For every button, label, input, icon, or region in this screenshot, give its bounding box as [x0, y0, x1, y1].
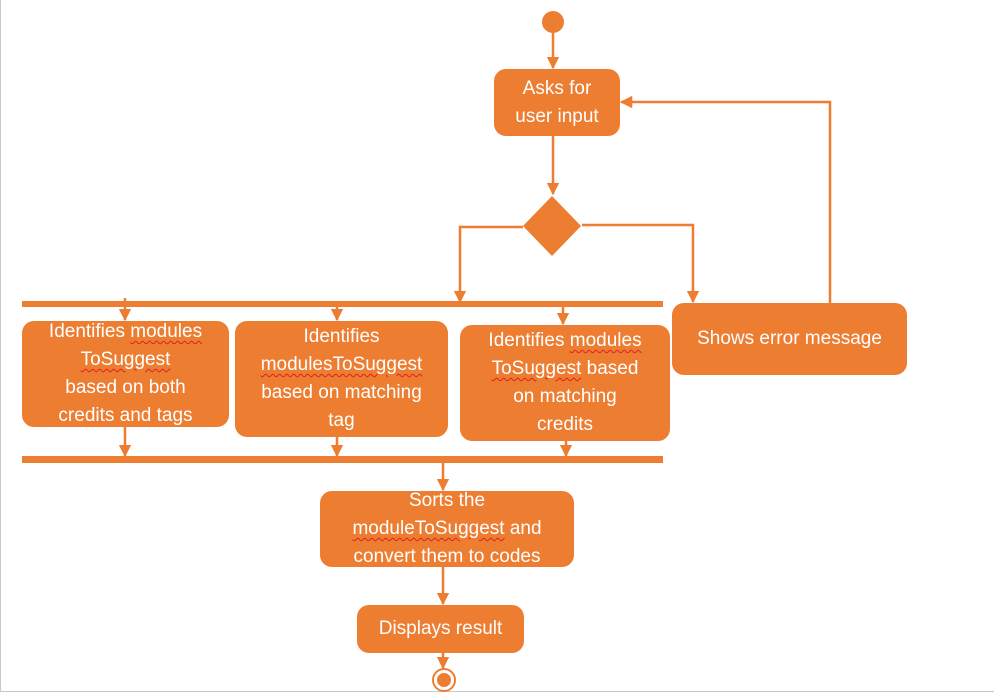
edge-decision-to-fork	[453, 225, 523, 304]
action-display-result: Displays result	[357, 605, 524, 653]
spellcheck-word: moduleToSuggest	[352, 518, 505, 539]
fork-bar	[22, 301, 663, 307]
action-label-line: Asks for	[522, 77, 592, 99]
spellcheck-word: ToSuggest	[491, 358, 582, 379]
spellcheck-word: modules	[130, 321, 203, 342]
action-label-line: based on both	[65, 377, 186, 398]
action-label-line: Identifies	[303, 326, 380, 347]
action-sort-and-convert: Sorts the moduleToSuggest and convert th…	[320, 490, 574, 567]
action-label-line: tag	[328, 410, 355, 431]
action-label-line: Sorts the	[408, 490, 486, 511]
action-label-line: credits	[537, 414, 593, 435]
spellcheck-word: modules	[569, 330, 642, 351]
action-label-line: moduleToSuggest and	[352, 518, 542, 539]
edge-error-to-ask	[619, 95, 832, 303]
action-identify-both: Identifies modules ToSuggest based on bo…	[22, 321, 229, 427]
action-label-line: ToSuggest based	[491, 358, 639, 379]
action-identify-tag: Identifies modulesToSuggest based on mat…	[235, 321, 448, 437]
join-bar	[22, 456, 663, 463]
action-label-line: convert them to codes	[353, 546, 541, 567]
action-ask-user-input: Asks for user input	[494, 69, 620, 136]
action-label-line: Identifies modules	[48, 321, 203, 342]
action-label-line: Displays result	[378, 618, 503, 639]
action-label-line: Shows error message	[697, 328, 882, 349]
spellcheck-word: modulesToSuggest	[260, 354, 423, 375]
start-node	[542, 11, 564, 33]
action-label-line: ToSuggest	[49, 346, 202, 374]
action-label-line: modulesToSuggest	[261, 351, 423, 379]
action-show-error-message: Shows error message	[672, 303, 907, 375]
end-node-dot	[437, 673, 451, 687]
action-label-line: based on matching	[261, 382, 422, 403]
action-identify-credits: Identifies modules ToSuggest based on ma…	[460, 325, 670, 441]
spellcheck-word: ToSuggest	[80, 349, 171, 370]
action-label-line: user input	[515, 105, 599, 127]
decision-diamond	[523, 196, 581, 256]
action-label-line: on matching	[513, 386, 617, 407]
action-label-line: Identifies modules	[488, 330, 642, 351]
edge-decision-to-error	[582, 223, 700, 304]
action-label-line: credits and tags	[58, 405, 193, 426]
